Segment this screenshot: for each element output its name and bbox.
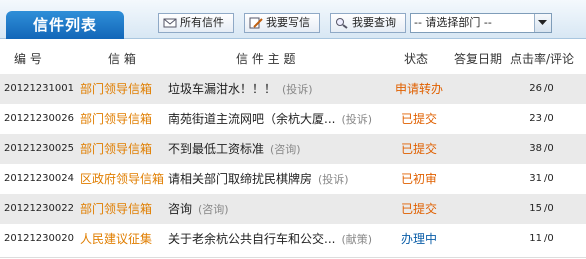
letter-number: 20121230022 [4, 203, 74, 214]
query-label: 我要查询 [352, 16, 396, 29]
column-header-mailbox: 信 箱 [108, 51, 136, 66]
comment-count: /0 [544, 143, 554, 154]
envelope-icon [163, 18, 177, 28]
subject-link[interactable]: 不到最低工资标准 [168, 142, 264, 156]
click-count: 26 [529, 83, 542, 94]
table-row[interactable]: 20121230020 人民建议征集 关于老余杭公共自行车和公交... (献策) … [0, 224, 586, 254]
page-title: 信件列表 [6, 11, 124, 39]
subject-tag: (献策) [341, 233, 373, 246]
mailbox-link[interactable]: 部门领导信箱 [80, 134, 172, 164]
comment-count: /0 [544, 113, 554, 124]
mailbox-link[interactable]: 部门领导信箱 [80, 194, 172, 224]
table-row[interactable]: 20121230026 部门领导信箱 南苑街道主流网吧（余杭大厦... (投诉) … [0, 104, 586, 134]
all-letters-button[interactable]: 所有信件 [158, 13, 234, 33]
table-row[interactable]: 20121230025 部门领导信箱 不到最低工资标准 (咨询) 已提交 38/0 [0, 134, 586, 164]
letter-number: 20121230026 [4, 113, 74, 124]
table-row[interactable]: 20121231001 部门领导信箱 垃圾车漏泔水！！！ (投诉) 申请转办 26… [0, 74, 586, 104]
write-letter-label: 我要写信 [266, 16, 310, 29]
status-text: 申请转办 [394, 82, 443, 96]
letter-number: 20121230024 [4, 173, 74, 184]
department-select[interactable]: -- 请选择部门 -- [410, 13, 552, 33]
subject-cell: 请相关部门取缔扰民棋牌房 (投诉) [168, 164, 390, 195]
subject-tag: (投诉) [318, 173, 349, 186]
click-count: 23 [529, 113, 542, 124]
letter-table: 20121231001 部门领导信箱 垃圾车漏泔水！！！ (投诉) 申请转办 26… [0, 74, 586, 254]
table-row[interactable]: 20121230022 部门领导信箱 咨询 (咨询) 已提交 15/0 [0, 194, 586, 224]
header-bar: 信件列表 所有信件 我要写信 我要查询 -- 请选择部门 -- [0, 0, 586, 39]
status-text: 已提交 [400, 142, 437, 156]
column-header-reply-date: 答复日期 [454, 51, 503, 66]
column-header-status: 状态 [404, 51, 429, 66]
column-header-click-rate: 点击率/评论 [510, 51, 575, 66]
letter-number: 20121231001 [4, 83, 74, 94]
write-letter-button[interactable]: 我要写信 [244, 13, 320, 33]
all-letters-label: 所有信件 [180, 16, 224, 29]
status-text: 已提交 [400, 202, 437, 216]
table-header: 编 号 信 箱 信 件 主 题 状态 答复日期 点击率/评论 [0, 44, 586, 72]
click-count: 38 [529, 143, 542, 154]
subject-link[interactable]: 垃圾车漏泔水！！！ [168, 82, 276, 96]
magnifier-icon [336, 18, 348, 29]
comment-count: /0 [544, 83, 554, 94]
subject-cell: 不到最低工资标准 (咨询) [168, 134, 390, 165]
subject-tag: (投诉) [282, 83, 313, 96]
subject-link[interactable]: 南苑街道主流网吧（余杭大厦... [168, 112, 335, 126]
comment-count: /0 [544, 203, 554, 214]
table-row[interactable]: 20121230024 区政府领导信箱 请相关部门取缔扰民棋牌房 (投诉) 已初审… [0, 164, 586, 194]
click-rate: 23/0 [508, 104, 582, 134]
click-count: 11 [529, 233, 542, 244]
status-text: 已初审 [400, 172, 437, 186]
subject-link[interactable]: 请相关部门取缔扰民棋牌房 [168, 172, 312, 186]
query-button[interactable]: 我要查询 [330, 13, 406, 33]
click-rate: 15/0 [508, 194, 582, 224]
click-count: 31 [529, 173, 542, 184]
column-header-subject: 信 件 主 题 [236, 51, 296, 66]
dropdown-arrow[interactable] [534, 14, 551, 32]
mailbox-link[interactable]: 人民建议征集 [80, 224, 172, 254]
click-rate: 38/0 [508, 134, 582, 164]
click-count: 15 [529, 203, 542, 214]
subject-cell: 南苑街道主流网吧（余杭大厦... (投诉) [168, 104, 390, 135]
department-select-value: -- 请选择部门 -- [414, 16, 492, 29]
mailbox-link[interactable]: 部门领导信箱 [80, 74, 172, 104]
click-rate: 31/0 [508, 164, 582, 194]
column-header-number: 编 号 [14, 51, 42, 66]
status-text: 已提交 [400, 112, 437, 126]
pencil-icon [249, 17, 263, 29]
subject-link[interactable]: 咨询 [168, 202, 192, 216]
subject-cell: 关于老余杭公共自行车和公交... (献策) [168, 224, 390, 255]
letter-number: 20121230020 [4, 233, 74, 244]
comment-count: /0 [544, 233, 554, 244]
comment-count: /0 [544, 173, 554, 184]
subject-tag: (咨询) [270, 143, 301, 156]
letter-number: 20121230025 [4, 143, 74, 154]
mailbox-link[interactable]: 区政府领导信箱 [80, 164, 172, 194]
table-bottom-divider [0, 257, 586, 258]
subject-link[interactable]: 关于老余杭公共自行车和公交... [168, 232, 335, 246]
chevron-down-icon [538, 20, 547, 25]
click-rate: 11/0 [508, 224, 582, 254]
subject-tag: (咨询) [198, 203, 229, 216]
subject-tag: (投诉) [341, 113, 373, 126]
subject-cell: 垃圾车漏泔水！！！ (投诉) [168, 74, 390, 105]
click-rate: 26/0 [508, 74, 582, 104]
mailbox-link[interactable]: 部门领导信箱 [80, 104, 172, 134]
subject-cell: 咨询 (咨询) [168, 194, 390, 225]
status-text: 办理中 [400, 232, 437, 246]
